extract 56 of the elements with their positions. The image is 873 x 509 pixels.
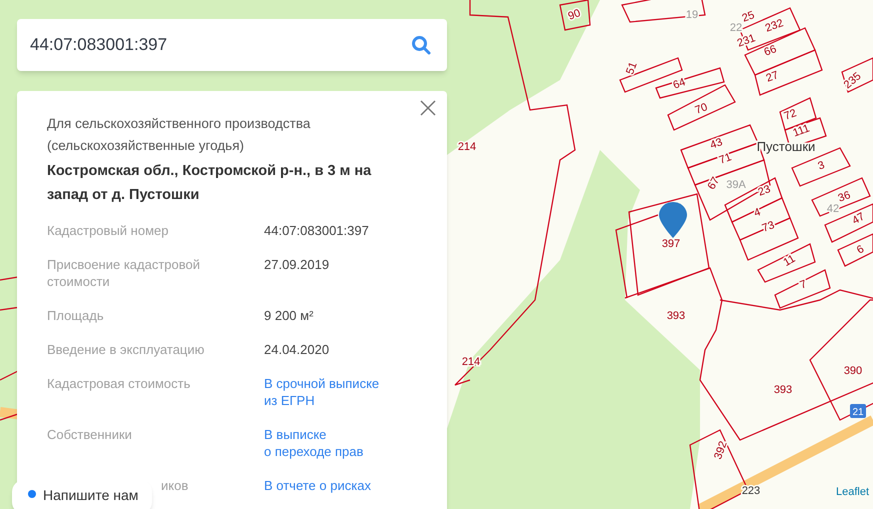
field-label: Введение в эксплуатацию bbox=[47, 341, 206, 358]
route-sign: 21 bbox=[850, 404, 866, 418]
parcel-number: 11 bbox=[782, 252, 798, 269]
parcel-number: 47 bbox=[850, 210, 867, 228]
parcel-number: 22 bbox=[730, 22, 742, 34]
parcel-number: 66 bbox=[762, 43, 778, 59]
parcel-number: 111 bbox=[791, 122, 812, 140]
field-value: 44:07:083001:397 bbox=[264, 222, 370, 239]
field-label: Кадастровый номер bbox=[47, 222, 170, 239]
close-icon[interactable] bbox=[419, 99, 437, 117]
parcel-number: 64 bbox=[672, 76, 688, 92]
parcel-number: 393 bbox=[666, 310, 686, 322]
report-link[interactable]: В срочной выписке из ЕГРН bbox=[264, 375, 380, 409]
search-input[interactable]: 44:07:083001:397 bbox=[30, 32, 411, 58]
field-label: иков bbox=[161, 477, 188, 494]
map-attribution[interactable]: Leaflet bbox=[836, 484, 869, 500]
parcel-number: 397 bbox=[662, 238, 680, 250]
parcel-number: 36 bbox=[836, 189, 852, 205]
parcel-number: 392 bbox=[712, 440, 730, 462]
parcel-number: 27 bbox=[764, 69, 780, 85]
parcel-number: 51 bbox=[624, 60, 640, 76]
parcel-number: 23 bbox=[756, 183, 772, 199]
parcel-number: 235 bbox=[842, 70, 864, 92]
report-link[interactable]: В выписке о переходе прав bbox=[264, 426, 364, 460]
parcel-number: 232 bbox=[764, 17, 786, 35]
parcel-number: 214 bbox=[458, 141, 476, 153]
field-value: 27.09.2019 bbox=[264, 256, 330, 274]
parcel-number: 71 bbox=[718, 151, 734, 167]
parcel-number: 90 bbox=[566, 7, 582, 23]
parcel-number: 25 bbox=[740, 9, 756, 25]
parcel-number: 6 bbox=[854, 243, 866, 257]
parcel-number: 393 bbox=[774, 384, 792, 396]
parcel-number: 4 bbox=[752, 206, 762, 220]
parcel-number: 390 bbox=[844, 365, 862, 377]
field-value: 24.04.2020 bbox=[264, 341, 330, 358]
parcel-number: 43 bbox=[708, 136, 724, 152]
search-icon[interactable] bbox=[411, 35, 431, 55]
search-field[interactable]: 44:07:083001:397 bbox=[17, 19, 447, 71]
field-label: Площадь bbox=[47, 307, 105, 324]
land-category: Для сельскохозяйственного производства (сельскохозяйственные угодья) bbox=[47, 115, 312, 155]
parcel-number: 73 bbox=[760, 219, 776, 235]
parcel-number: 39А bbox=[726, 179, 746, 191]
field-label: Присвоение кадастровой стоимости bbox=[47, 256, 202, 290]
chat-button[interactable]: Напишите нам bbox=[12, 480, 152, 509]
parcel-address: Костромская обл., Костромской р-н., в 3 м на запад от д. Пустошки bbox=[47, 162, 372, 205]
parcel-number: 67 bbox=[706, 175, 722, 192]
map-pin-icon[interactable] bbox=[659, 202, 687, 238]
parcel-number: 231 bbox=[736, 32, 758, 50]
parcel-number: 72 bbox=[782, 107, 798, 123]
field-label: Кадастровая стоимость bbox=[47, 375, 192, 393]
parcel-number: 3 bbox=[816, 159, 826, 173]
parcel-number: 7 bbox=[798, 278, 808, 292]
field-label: Собственники bbox=[47, 426, 133, 444]
report-link[interactable]: В отчете о рисках bbox=[264, 477, 371, 494]
field-value: 9 200 м² bbox=[264, 307, 314, 324]
parcel-number: 70 bbox=[694, 101, 710, 117]
